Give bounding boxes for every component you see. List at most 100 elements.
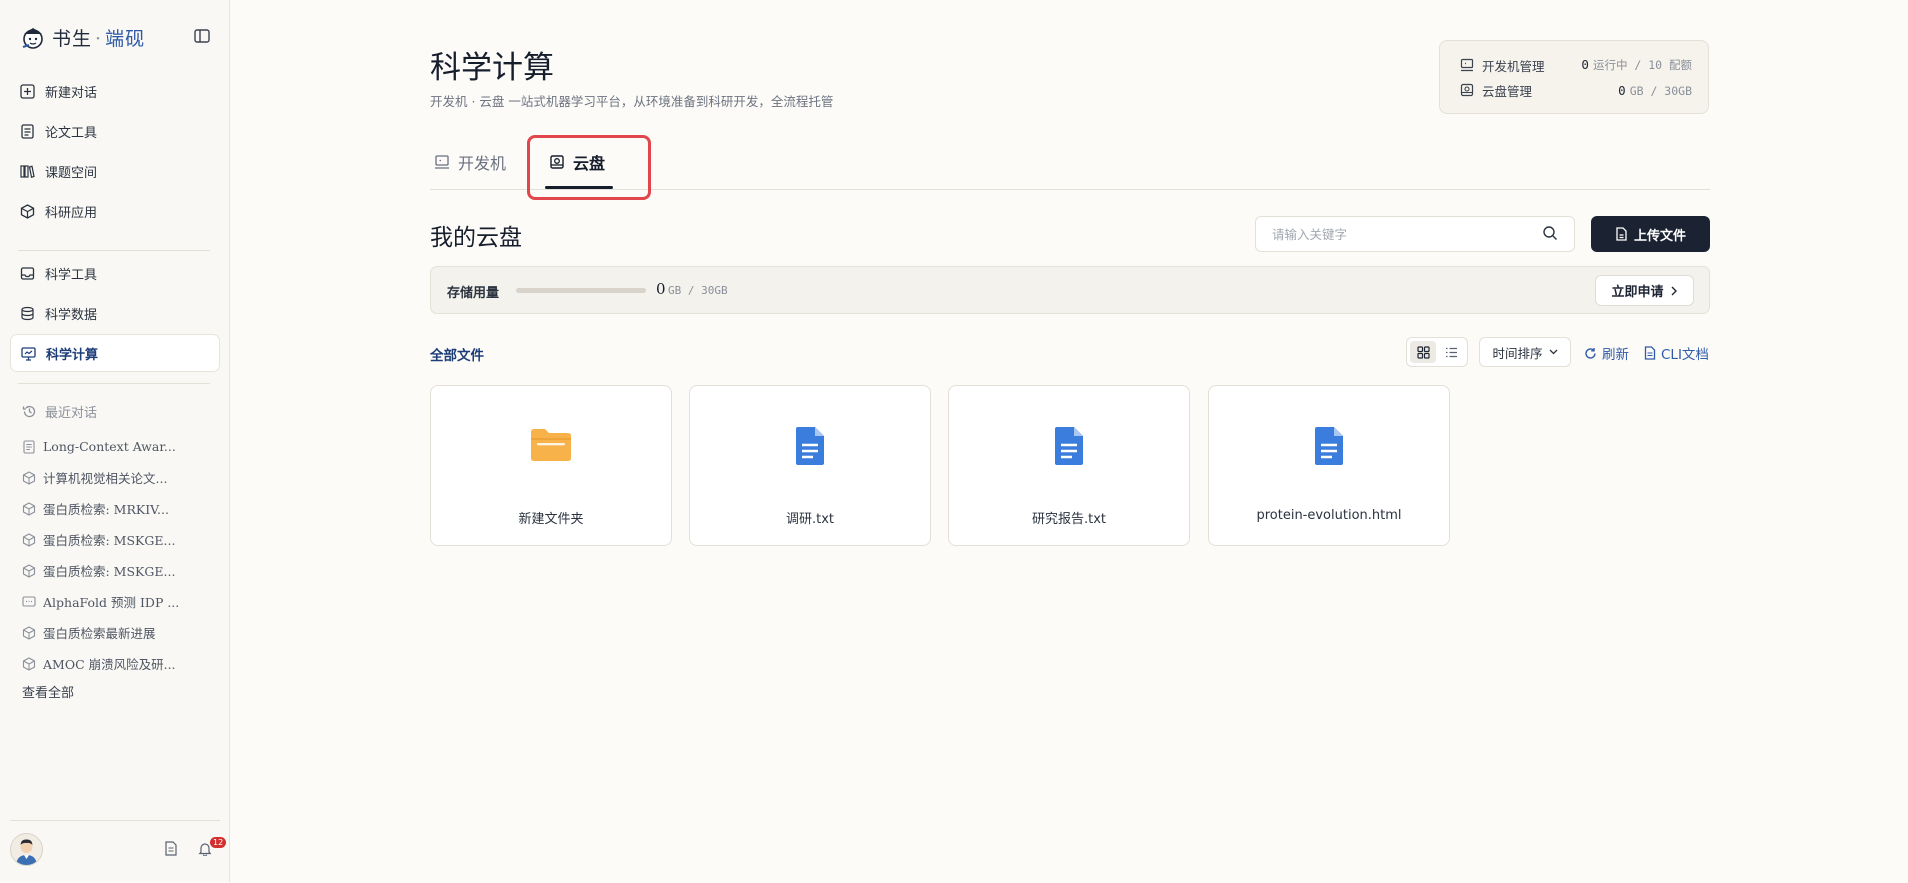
sidebar-toggle-icon[interactable] — [194, 29, 210, 43]
server-icon — [434, 154, 450, 170]
sort-select[interactable]: 时间排序 — [1479, 337, 1571, 367]
document-icon — [1644, 346, 1656, 360]
upload-label: 上传文件 — [1633, 228, 1686, 244]
nav-item-science-data[interactable]: 科学数据 — [10, 294, 220, 332]
server-icon — [1460, 58, 1474, 72]
recent-chat-item[interactable]: 计算机视觉相关论文... — [22, 462, 218, 493]
nav-label: 科研应用 — [45, 205, 98, 221]
file-card[interactable]: protein-evolution.html — [1208, 385, 1450, 546]
nav-item-new-chat[interactable]: 新建对话 — [10, 72, 220, 110]
document-file-icon — [794, 426, 826, 466]
recent-chat-item[interactable]: 蛋白质检索最新进展 — [22, 617, 218, 648]
sidebar-divider — [18, 383, 210, 384]
recent-chat-item[interactable]: 蛋白质检索: MSKGE... — [22, 555, 218, 586]
list-icon — [1445, 346, 1458, 359]
search-input[interactable] — [1255, 216, 1575, 252]
history-icon — [22, 404, 37, 419]
recent-chat-label: 蛋白质检索: MSKGE... — [43, 564, 176, 579]
list-view-button[interactable] — [1438, 341, 1464, 363]
avatar[interactable] — [10, 833, 43, 866]
nav-item-research-apps[interactable]: 科研应用 — [10, 192, 220, 230]
books-icon — [20, 164, 35, 179]
grid-icon — [1416, 345, 1430, 359]
recent-chat-item[interactable]: 蛋白质检索: MRKIV... — [22, 493, 218, 524]
chevron-down-icon — [1549, 349, 1558, 355]
recent-chat-label: AlphaFold 预测 IDP ... — [43, 595, 180, 610]
nav-item-project-space[interactable]: 课题空间 — [10, 152, 220, 190]
recent-chat-item[interactable]: AlphaFold 预测 IDP ... — [22, 586, 218, 617]
recent-chat-list: Long-Context Awar... 计算机视觉相关论文... 蛋白质检索: M… — [22, 431, 218, 679]
sort-label: 时间排序 — [1492, 345, 1543, 361]
recent-chat-item[interactable]: Long-Context Awar... — [22, 431, 218, 462]
file-card[interactable]: 调研.txt — [689, 385, 931, 546]
chevron-right-icon — [1670, 286, 1678, 296]
quota-dev-label: 开发机管理 — [1482, 58, 1545, 74]
nav-secondary: 科学工具 科学数据 科学计算 — [10, 254, 220, 374]
all-files-breadcrumb[interactable]: 全部文件 — [430, 344, 484, 364]
cube-icon — [22, 532, 36, 547]
cube-icon — [22, 563, 36, 578]
cli-docs-link[interactable]: CLI文档 — [1644, 343, 1709, 363]
cube-icon — [22, 625, 36, 640]
sidebar-divider — [18, 250, 210, 251]
upload-file-button[interactable]: 上传文件 — [1591, 216, 1710, 252]
monitor-icon — [21, 346, 36, 361]
recent-chat-item[interactable]: AMOC 崩溃风险及研... — [22, 648, 218, 679]
notification-badge: 12 — [210, 837, 227, 848]
plus-square-icon — [20, 83, 35, 99]
nav-primary: 新建对话 论文工具 课题空间 科研应用 — [10, 72, 220, 232]
cube-icon — [20, 203, 35, 219]
nav-label: 科学计算 — [46, 347, 99, 363]
tab-highlight-box — [527, 135, 651, 200]
nav-item-science-tools[interactable]: 科学工具 — [10, 254, 220, 292]
recent-chats: 最近对话 Long-Context Awar... 计算机视觉相关论文... 蛋白质… — [22, 400, 218, 701]
quota-dev-value: 0 运行中 / 10 配额 — [1581, 57, 1692, 72]
document-file-icon — [1053, 426, 1085, 466]
sidebar: 书生 · 端砚 新建对话 论文工具 课题空间 科研应用 科学工具 科学数据 科学… — [0, 0, 230, 882]
quota-disk-value: 0 GB / 30GB — [1618, 82, 1692, 98]
document-icon — [22, 439, 36, 454]
cube-icon — [22, 470, 36, 485]
quota-card: 开发机管理 0 运行中 / 10 配额 云盘管理 0 GB / 30GB — [1439, 40, 1709, 114]
file-name: protein-evolution.html — [1256, 508, 1402, 523]
file-name: 新建文件夹 — [518, 512, 584, 527]
recent-chat-label: Long-Context Awar... — [43, 439, 176, 454]
recent-chat-label: AMOC 崩溃风险及研... — [43, 657, 176, 672]
page-subtitle: 开发机 · 云盘 一站式机器学习平台，从环境准备到科研开发，全流程托管 — [430, 94, 834, 109]
nav-item-paper-tools[interactable]: 论文工具 — [10, 112, 220, 150]
recent-chat-label: 计算机视觉相关论文... — [43, 471, 168, 486]
sidebar-footer: 12 — [10, 820, 227, 883]
chat-icon — [22, 595, 36, 609]
storage-progress — [516, 288, 646, 293]
view-all-link[interactable]: 查看全部 — [22, 682, 218, 701]
file-card[interactable]: 研究报告.txt — [948, 385, 1190, 546]
storage-total-value: GB / 30GB — [668, 284, 728, 297]
nav-label: 新建对话 — [45, 85, 98, 101]
nav-item-science-compute[interactable]: 科学计算 — [10, 334, 220, 372]
recent-chat-item[interactable]: 蛋白质检索: MSKGE... — [22, 524, 218, 555]
apply-now-button[interactable]: 立即申请 — [1595, 275, 1694, 306]
refresh-icon — [1584, 347, 1597, 360]
storage-label: 存储用量 — [447, 286, 500, 301]
refresh-label: 刷新 — [1602, 347, 1629, 363]
grid-view-button[interactable] — [1410, 341, 1436, 363]
file-name: 研究报告.txt — [1031, 512, 1107, 527]
nav-label: 科学工具 — [45, 267, 98, 283]
view-mode-toggle — [1406, 337, 1468, 367]
document-icon — [20, 123, 35, 139]
quota-disk-row[interactable]: 云盘管理 0 GB / 30GB — [1460, 79, 1692, 101]
document-file-icon — [1313, 426, 1345, 466]
logo-text: 书生 · 端砚 — [52, 28, 146, 50]
refresh-button[interactable]: 刷新 — [1584, 343, 1629, 363]
tray-icon — [20, 266, 35, 281]
quota-dev-row[interactable]: 开发机管理 0 运行中 / 10 配额 — [1460, 54, 1692, 76]
folder-card[interactable]: 新建文件夹 — [430, 385, 672, 546]
disk-icon — [1460, 83, 1474, 97]
cli-docs-label: CLI文档 — [1661, 347, 1709, 363]
logo-mascot-icon — [20, 25, 46, 51]
cube-icon — [22, 656, 36, 671]
tab-dev-machine[interactable]: 开发机 — [434, 150, 506, 174]
nav-label: 论文工具 — [45, 125, 98, 141]
logo[interactable]: 书生 · 端砚 — [20, 24, 145, 51]
docs-icon[interactable] — [164, 841, 178, 856]
